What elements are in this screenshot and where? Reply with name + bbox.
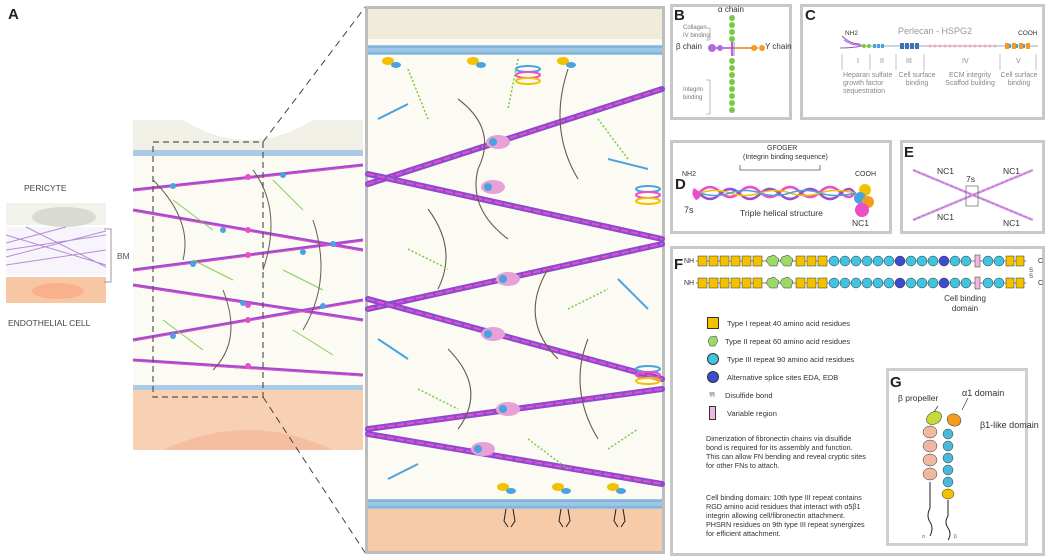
perlecan-domain-3: III bbox=[906, 58, 912, 65]
legend-type1-text: Type I repeat 40 amino acid residues bbox=[727, 318, 850, 328]
integrin-alpha-label: α bbox=[922, 534, 925, 540]
perlecan-domain-2: II bbox=[880, 58, 884, 65]
type3-swatch-icon bbox=[707, 353, 719, 365]
perlecan-desc-4: Cell surface binding bbox=[1000, 72, 1038, 87]
legend-row-type2: Type II repeat 60 amino acid residues bbox=[707, 334, 850, 348]
perlecan-diagram bbox=[839, 35, 1038, 70]
nc1-bottom-right: NC1 bbox=[1003, 218, 1021, 228]
zoom-panel bbox=[365, 6, 665, 554]
nc1-top-left: NC1 bbox=[937, 166, 955, 176]
legend-splice-text: Alternative splice sites EDA, EDB bbox=[727, 372, 839, 382]
splice-swatch-icon bbox=[707, 371, 719, 383]
fn-nh-1: NH bbox=[684, 258, 695, 265]
nc1-top-right: NC1 bbox=[1003, 166, 1021, 176]
integrin-diagram bbox=[922, 397, 969, 541]
fn-nh-2: NH bbox=[684, 280, 695, 287]
nc1-bottom-left: NC1 bbox=[937, 212, 955, 222]
legend-row-type1: Type I repeat 40 amino acid residues bbox=[707, 316, 850, 330]
bm-zoom-view bbox=[365, 9, 665, 551]
gfoger-label: GFOGER bbox=[767, 145, 798, 152]
legend-type2-text: Type II repeat 60 amino acid residues bbox=[725, 336, 851, 346]
cell-binding-domain-label: Cell binding domain bbox=[944, 294, 986, 313]
panel-f-letter: F bbox=[674, 256, 684, 273]
integrin-beta-label: β bbox=[954, 534, 957, 540]
type2-swatch-icon bbox=[707, 335, 719, 347]
fn-c-1: C bbox=[1038, 258, 1044, 265]
perlecan-domain-4: IV bbox=[962, 58, 969, 65]
panel-e-letter: E bbox=[904, 144, 915, 161]
panel-d-letter: D bbox=[675, 176, 686, 193]
legend-row-type3: Type III repeat 90 amino acid residues bbox=[707, 352, 854, 366]
integrin-seq-label: (Integrin binding sequence) bbox=[743, 154, 828, 161]
perlecan-desc-2: Cell surface binding bbox=[898, 72, 936, 87]
collagen-helix bbox=[692, 165, 874, 217]
network-7s: 7s bbox=[966, 174, 975, 184]
disulfide-swatch-icon: §§ bbox=[709, 391, 715, 398]
cell-binding-paragraph: Cell binding domain: 10th type III repea… bbox=[706, 493, 865, 538]
fibronectin-dimer bbox=[695, 254, 1027, 290]
alpha1-domain-label: α1 domain bbox=[962, 388, 1005, 398]
legend-disulfide-text: Disulfide bond bbox=[725, 390, 773, 400]
legend-row-splice: Alternative splice sites EDA, EDB bbox=[707, 370, 838, 384]
alpha-chain-label: α chain bbox=[718, 5, 744, 14]
dimerization-paragraph: Dimerization of fibronectin chains via d… bbox=[706, 434, 866, 470]
perlecan-desc-3: ECM integrity Scaffod building bbox=[945, 72, 995, 87]
perlecan-domain-5: V bbox=[1016, 58, 1021, 65]
legend-variable-text: Variable region bbox=[727, 408, 777, 418]
panel-b-letter: B bbox=[674, 7, 685, 24]
fn-c-2: C bbox=[1038, 280, 1044, 287]
type1-swatch-icon bbox=[707, 317, 719, 329]
panel-g-letter: G bbox=[890, 374, 902, 391]
perlecan-title: Perlecan - HSPG2 bbox=[898, 26, 973, 36]
laminin-diagram bbox=[706, 15, 765, 115]
variable-swatch-icon bbox=[709, 406, 716, 420]
legend-row-disulfide: §§ Disulfide bond bbox=[707, 388, 773, 402]
legend-row-variable: Variable region bbox=[707, 406, 777, 420]
panel-c-letter: C bbox=[805, 7, 816, 24]
perlecan-domain-1: I bbox=[857, 58, 859, 65]
beta-chain-label: β chain bbox=[676, 42, 702, 51]
legend-type3-text: Type III repeat 90 amino acid residues bbox=[727, 354, 855, 364]
